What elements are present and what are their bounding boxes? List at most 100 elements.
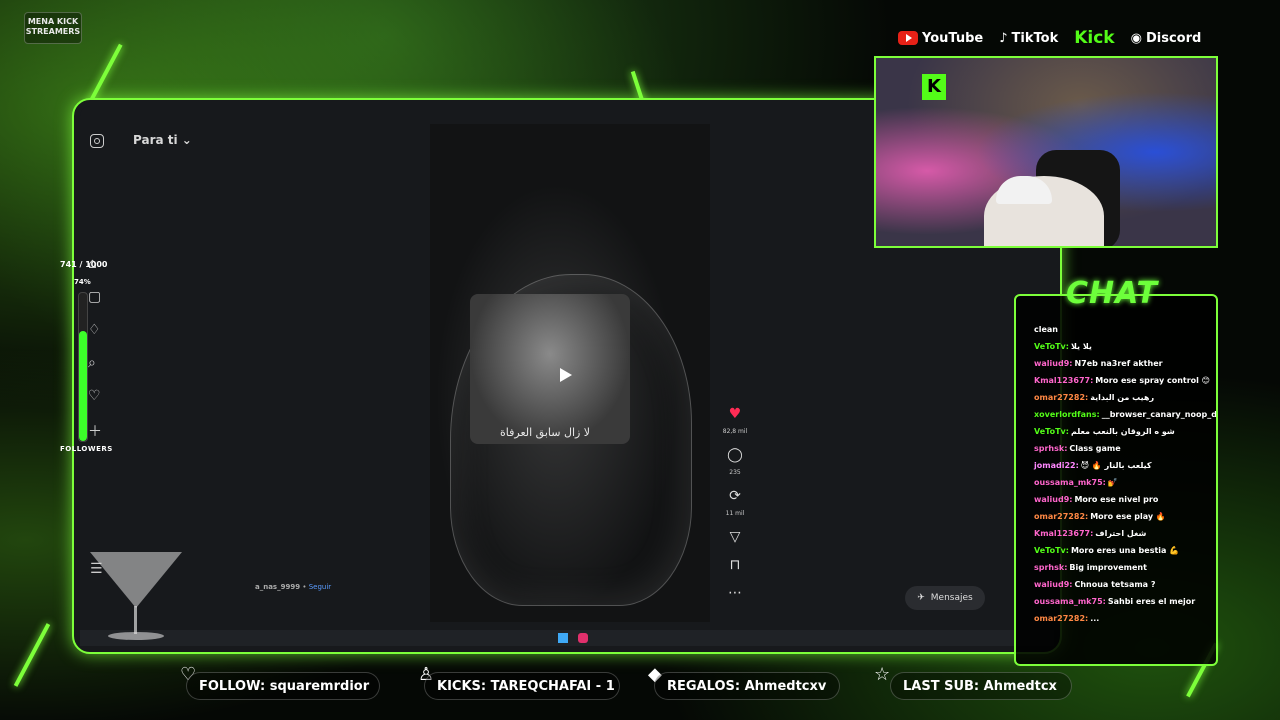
chat-username: VeToTv: <box>1034 427 1069 436</box>
save-icon[interactable]: ⊓ <box>730 557 741 573</box>
social-tiktok: ♪ TikTok <box>999 31 1058 46</box>
chat-username: sprhsk: <box>1034 563 1068 572</box>
chat-message: omar27282: Moro ese play 🔥 <box>1034 511 1210 522</box>
messages-icon: ✈ <box>917 593 925 603</box>
tiktok-label: TikTok <box>1011 30 1059 46</box>
chat-text: Moro ese nivel pro <box>1074 495 1159 504</box>
chat-text: N7eb na3ref akther <box>1074 359 1163 368</box>
regalos-pill: REGALOS: Ahmedtcxv <box>654 672 840 700</box>
play-icon[interactable] <box>560 368 572 382</box>
follower-count: 741 / 1000 <box>60 260 108 269</box>
chat-username: VeToTv: <box>1034 342 1069 351</box>
follow-pill: FOLLOW: squaremrdior <box>186 672 380 700</box>
tiktok-icon: ♪ <box>999 30 1008 46</box>
chat-message: xoverlordfans:__browser_canary_noop_do_n… <box>1034 409 1216 420</box>
chat-username: oussama_mk75: <box>1034 478 1106 487</box>
chat-message: VeToTv: يلا يلا <box>1034 341 1210 352</box>
chat-text: Big improvement <box>1069 563 1147 572</box>
cocktail-glass-decoration <box>90 552 182 608</box>
chat-username: Kmal123677: <box>1034 376 1094 385</box>
social-discord: ◉ Discord <box>1131 31 1202 46</box>
chat-message: sprhsk: Class game <box>1034 443 1210 454</box>
video-caption: لا زال سابق العرفاة <box>500 426 591 439</box>
follower-progress-fill <box>79 331 87 441</box>
chat-text: رهيب من البداية <box>1090 393 1155 402</box>
chat-message: oussama_mk75: 💅 <box>1034 477 1210 488</box>
like-icon[interactable]: ♥ <box>729 406 742 422</box>
kicks-pill: KICKS: TAREQCHAFAI - 1 <box>424 672 620 700</box>
chat-text: __browser_canary_noop_do_not_send <box>1101 410 1217 419</box>
chat-message: omar27282: رهيب من البداية <box>1034 392 1210 403</box>
chat-username: jomadi22: <box>1034 461 1079 470</box>
messages-label: Mensajes <box>930 593 973 603</box>
discord-label: Discord <box>1145 30 1202 46</box>
cocktail-glass-base <box>108 632 164 640</box>
star-icon: ☆ <box>874 664 891 685</box>
follow-link[interactable]: Seguir <box>309 583 331 591</box>
chat-message: jomadi22: 😈 🔥 كيلعب بالنار <box>1034 460 1210 471</box>
reel-actions: ♥ 82,8 mil ◯ 235 ⟳ 11 mil ▽ ⊓ ⋯ <box>720 406 750 601</box>
chat-message: omar27282:... <box>1034 613 1210 624</box>
chat-text: Sahbi eres el mejor <box>1107 597 1196 606</box>
chat-message: Kmal123677: شغل احتراف <box>1034 528 1210 539</box>
followers-label: FOLLOWERS <box>60 445 113 453</box>
chat-username: xoverlordfans: <box>1034 410 1100 419</box>
chat-message: waliud9: Chnoua tetsama ? <box>1034 579 1210 590</box>
repost-icon[interactable]: ⟳ <box>729 488 741 504</box>
follower-progress-bar <box>78 292 88 442</box>
author-name[interactable]: a_nas_9999 <box>255 583 300 591</box>
chat-message: clean <box>1034 324 1210 335</box>
chat-username: omar27282: <box>1034 614 1089 623</box>
chat-text: Moro ese spray control 😊 <box>1095 376 1211 385</box>
instagram-icon[interactable] <box>90 134 104 148</box>
messages-button[interactable]: ✈ Mensajes <box>905 586 985 610</box>
chat-text: Moro ese play 🔥 <box>1090 512 1166 521</box>
webcam-feed: K <box>874 56 1218 248</box>
follower-percent: 74% <box>74 278 91 286</box>
reel-video[interactable]: لا زال سابق العرفاة <box>430 124 710 622</box>
windows-taskbar <box>80 630 1054 646</box>
repost-count: 11 mil <box>725 510 745 517</box>
chat-message: Kmal123677: Moro ese spray control 😊 <box>1034 375 1210 386</box>
notifications-icon[interactable]: ♢ <box>88 322 102 338</box>
chat-message: waliud9: N7eb na3ref akther <box>1034 358 1210 369</box>
reel-author[interactable]: a_nas_9999 • Seguir <box>255 583 331 591</box>
bottom-info-bar: ♡ FOLLOW: squaremrdior ♙ KICKS: TAREQCHA… <box>0 664 1280 720</box>
like-count: 82,8 mil <box>722 428 748 435</box>
create-icon[interactable]: ＋ <box>88 421 102 441</box>
social-links: YouTube ♪ TikTok Kick ◉ Discord <box>898 28 1201 48</box>
last-sub-pill: LAST SUB: Ahmedtcx <box>890 672 1072 700</box>
discord-icon: ◉ <box>1130 30 1142 46</box>
search-icon[interactable]: ⌕ <box>88 355 102 371</box>
social-youtube: YouTube <box>898 31 983 46</box>
chat-message: oussama_mk75: Sahbi eres el mejor <box>1034 596 1210 607</box>
heart-icon[interactable]: ♡ <box>88 388 102 404</box>
feed-selector[interactable]: Para ti ⌄ <box>133 133 192 147</box>
chat-username: VeToTv: <box>1034 546 1069 555</box>
more-icon[interactable]: ⋯ <box>728 585 742 601</box>
chat-message: waliud9: Moro ese nivel pro <box>1034 494 1210 505</box>
youtube-icon <box>898 31 918 45</box>
chat-username: Kmal123677: <box>1034 529 1094 538</box>
comment-icon[interactable]: ◯ <box>727 447 743 463</box>
chat-username: omar27282: <box>1034 512 1089 521</box>
chat-username: waliud9: <box>1034 359 1073 368</box>
chat-username: oussama_mk75: <box>1034 597 1106 606</box>
mena-kick-badge: MENA KICK STREAMERS <box>24 12 82 44</box>
chat-message: VeToTv: Moro eres una bestia 💪 <box>1034 545 1210 556</box>
youtube-label: YouTube <box>922 30 984 46</box>
chat-text: يلا يلا <box>1070 342 1092 351</box>
kick-label: Kick <box>1074 28 1115 48</box>
reels-icon[interactable]: ▢ <box>88 289 102 305</box>
chat-text: 😈 🔥 كيلعب بالنار <box>1080 461 1152 470</box>
windows-start-icon[interactable] <box>558 633 568 643</box>
cocktail-glass-stem <box>134 606 137 634</box>
instagram-taskbar-icon[interactable] <box>578 633 588 643</box>
chat-text: شغل احتراف <box>1095 529 1147 538</box>
chat-username: omar27282: <box>1034 393 1089 402</box>
share-icon[interactable]: ▽ <box>730 529 741 545</box>
chat-text: Moro eres una bestia 💪 <box>1070 546 1180 555</box>
chat-text: شو ه الروقان بالنعب معلم <box>1070 427 1175 436</box>
chat-text: ... <box>1090 614 1100 623</box>
chat-text: Chnoua tetsama ? <box>1074 580 1156 589</box>
